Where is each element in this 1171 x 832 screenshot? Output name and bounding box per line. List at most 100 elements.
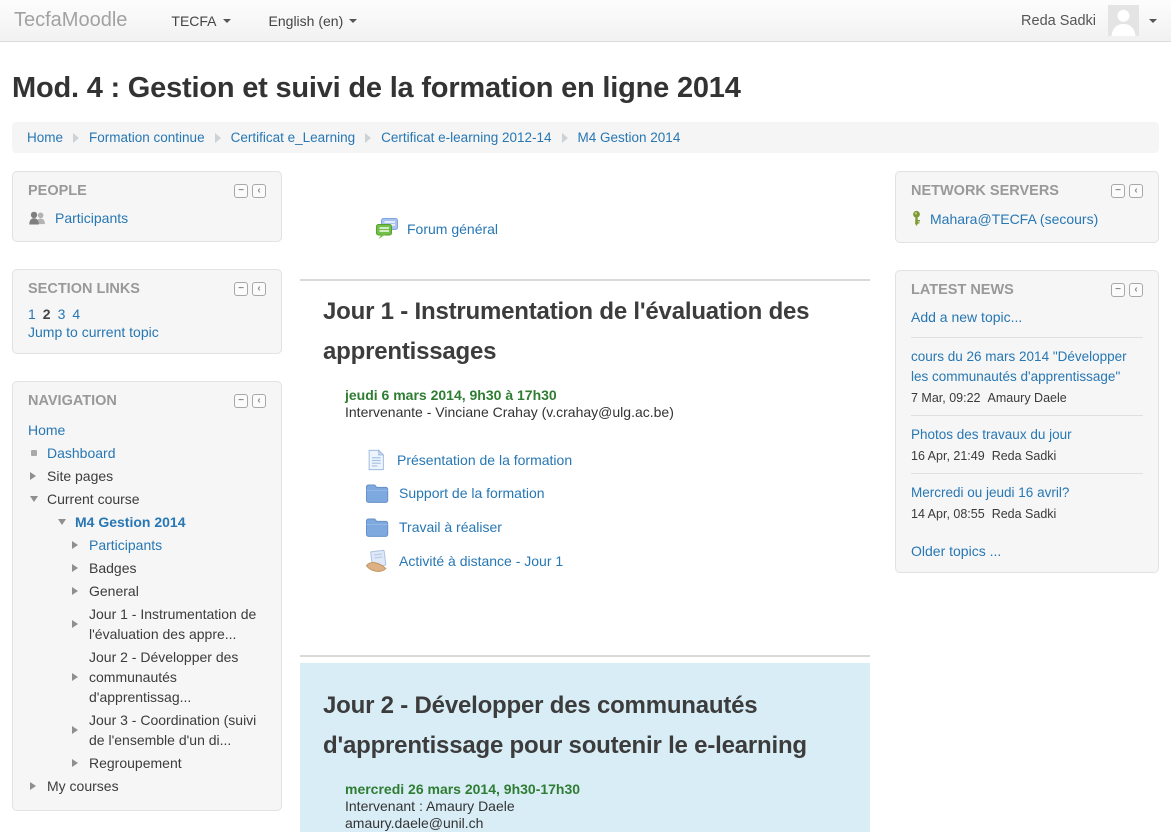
section-text-line: Intervenante - Vinciane Crahay (v.crahay… (345, 404, 870, 421)
news-item: Mercredi ou jeudi 16 avril? 14 Apr, 08:55… (911, 473, 1143, 531)
collapse-block-icon[interactable]: − (234, 282, 248, 296)
activity-link[interactable]: Travail à réaliser (399, 519, 502, 535)
square-bullet-icon (30, 450, 47, 456)
nav-item[interactable]: Current course (28, 487, 266, 510)
breadcrumb-link[interactable]: Certificat e-learning 2012-14 (381, 130, 551, 145)
activity-link[interactable]: Présentation de la formation (397, 452, 572, 468)
breadcrumb-link[interactable]: Formation continue (89, 130, 205, 145)
nav-item-label: My courses (47, 776, 119, 796)
news-item: Photos des travaux du jour 16 Apr, 21:49R… (911, 415, 1143, 473)
menu-language-label: English (en) (269, 13, 344, 29)
collapse-block-icon[interactable]: − (1111, 184, 1125, 198)
forum-link[interactable]: Forum général (407, 221, 498, 237)
breadcrumb-link[interactable]: Home (27, 130, 63, 145)
news-meta: 7 Mar, 09:22Amaury Daele (911, 391, 1143, 405)
section-heading: Jour 1 - Instrumentation de l'évaluation… (323, 292, 870, 372)
person-icon (1108, 5, 1139, 36)
activity-link[interactable]: Activité à distance - Jour 1 (399, 553, 563, 569)
block-title-section-links: SECTION LINKS (28, 281, 140, 297)
nav-item[interactable]: Dashboard (28, 441, 266, 464)
block-network-servers: NETWORK SERVERS − ‹ (895, 171, 1159, 243)
activity-link[interactable]: Support de la formation (399, 485, 545, 501)
collapse-block-icon[interactable]: − (1111, 283, 1125, 297)
participants-link[interactable]: Participants (55, 210, 128, 226)
section-number-current[interactable]: 2 (43, 306, 51, 322)
collapse-block-icon[interactable]: − (234, 394, 248, 408)
nav-item[interactable]: M4 Gestion 2014 (28, 510, 266, 533)
news-date: 16 Apr, 21:49 (911, 449, 985, 463)
news-item: cours du 26 mars 2014 "Développer les co… (911, 337, 1143, 415)
nav-item[interactable]: Badges (28, 556, 266, 579)
dock-block-icon[interactable]: ‹ (252, 184, 266, 198)
dock-block-icon[interactable]: ‹ (1129, 184, 1143, 198)
block-people: PEOPLE − ‹ Partici (12, 171, 282, 242)
chevron-right-icon (72, 759, 89, 767)
chevron-right-icon (72, 587, 89, 595)
block-title-people: PEOPLE (28, 183, 87, 199)
nav-item[interactable]: Jour 3 - Coordination (suivi de l'ensemb… (28, 708, 266, 751)
collapse-block-icon[interactable]: − (234, 184, 248, 198)
news-date: 7 Mar, 09:22 (911, 391, 981, 405)
dock-block-icon[interactable]: ‹ (252, 282, 266, 296)
chevron-right-icon (72, 541, 89, 549)
nav-item[interactable]: Jour 2 - Développer des communautés d'ap… (28, 645, 266, 708)
breadcrumb: Home Formation continue Certificat e_Learn… (12, 122, 1159, 153)
nav-item[interactable]: Regroupement (28, 751, 266, 774)
news-topic-link[interactable]: Mercredi ou jeudi 16 avril? (911, 483, 1143, 503)
activity-row: Activité à distance - Jour 1 (365, 549, 870, 573)
nav-item[interactable]: Jour 1 - Instrumentation de l'évaluation… (28, 602, 266, 645)
user-menu[interactable]: Reda Sadki (1021, 5, 1157, 36)
right-sidebar: NETWORK SERVERS − ‹ (895, 171, 1159, 600)
section-number-link[interactable]: 4 (72, 306, 80, 322)
chevron-down-icon (1149, 19, 1157, 23)
mahara-server-link[interactable]: Mahara@TECFA (secours) (930, 211, 1098, 227)
avatar[interactable] (1108, 5, 1139, 36)
people-icon (28, 211, 47, 226)
section-number-link[interactable]: 1 (28, 306, 36, 322)
assignment-icon (365, 549, 389, 573)
news-topic-link[interactable]: cours du 26 mars 2014 "Développer les co… (911, 347, 1143, 387)
add-new-topic-link[interactable]: Add a new topic... (911, 307, 1022, 337)
page-title: Mod. 4 : Gestion et suivi de la formatio… (12, 72, 1159, 105)
jump-to-current-topic-link[interactable]: Jump to current topic (28, 324, 159, 340)
breadcrumb-link[interactable]: Certificat e_Learning (231, 130, 356, 145)
chevron-down-icon (349, 19, 357, 23)
left-sidebar: PEOPLE − ‹ Partici (12, 171, 282, 832)
news-meta: 16 Apr, 21:49Reda Sadki (911, 449, 1143, 463)
activity-list: Présentation de la formation Support de l… (365, 449, 870, 573)
older-topics-link[interactable]: Older topics ... (911, 543, 1001, 559)
chevron-down-icon (58, 519, 75, 525)
breadcrumb-separator-icon (215, 133, 221, 143)
menu-language[interactable]: English (en) (269, 13, 358, 29)
folder-icon (365, 481, 389, 505)
current-topic-highlight: Jour 2 - Développer des communautés d'ap… (300, 663, 870, 832)
breadcrumb-separator-icon (365, 133, 371, 143)
breadcrumb-separator-icon (562, 133, 568, 143)
user-name: Reda Sadki (1021, 13, 1096, 29)
course-section: Jour 1 - Instrumentation de l'évaluation… (300, 279, 870, 617)
news-date: 14 Apr, 08:55 (911, 507, 985, 521)
section-number-link[interactable]: 3 (58, 306, 66, 322)
folder-icon (365, 515, 389, 539)
block-title-navigation: NAVIGATION (28, 393, 117, 409)
top-navbar: TecfaMoodle TECFA English (en) Reda Sadk… (0, 0, 1171, 42)
activity-row: Support de la formation (365, 481, 870, 505)
course-section: Jour 2 - Développer des communautés d'ap… (300, 655, 870, 832)
breadcrumb-link[interactable]: M4 Gestion 2014 (578, 130, 681, 145)
dock-block-icon[interactable]: ‹ (252, 394, 266, 408)
menu-tecfa[interactable]: TECFA (171, 13, 230, 29)
section-body: Jour 1 - Instrumentation de l'évaluation… (300, 292, 870, 617)
nav-item[interactable]: General (28, 579, 266, 602)
nav-item[interactable]: Participants (28, 533, 266, 556)
news-topic-link[interactable]: Photos des travaux du jour (911, 425, 1143, 445)
section-date: jeudi 6 mars 2014, 9h30 à 17h30 (345, 387, 870, 404)
nav-item[interactable]: Site pages (28, 464, 266, 487)
dock-block-icon[interactable]: ‹ (1129, 283, 1143, 297)
section-text-line: Intervenant : Amaury Daele (345, 798, 870, 815)
nav-item[interactable]: My courses (28, 774, 266, 797)
nav-item[interactable]: Home (28, 418, 266, 441)
nav-item-label: Jour 2 - Développer des communautés d'ap… (89, 647, 266, 707)
nav-item-label: Jour 1 - Instrumentation de l'évaluation… (89, 604, 266, 644)
nav-item-label: M4 Gestion 2014 (75, 512, 186, 532)
app-logo[interactable]: TecfaMoodle (14, 9, 127, 32)
